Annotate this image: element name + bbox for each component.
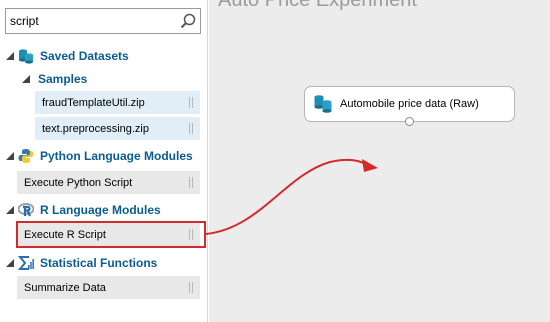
annotation-arrow [205, 158, 378, 235]
